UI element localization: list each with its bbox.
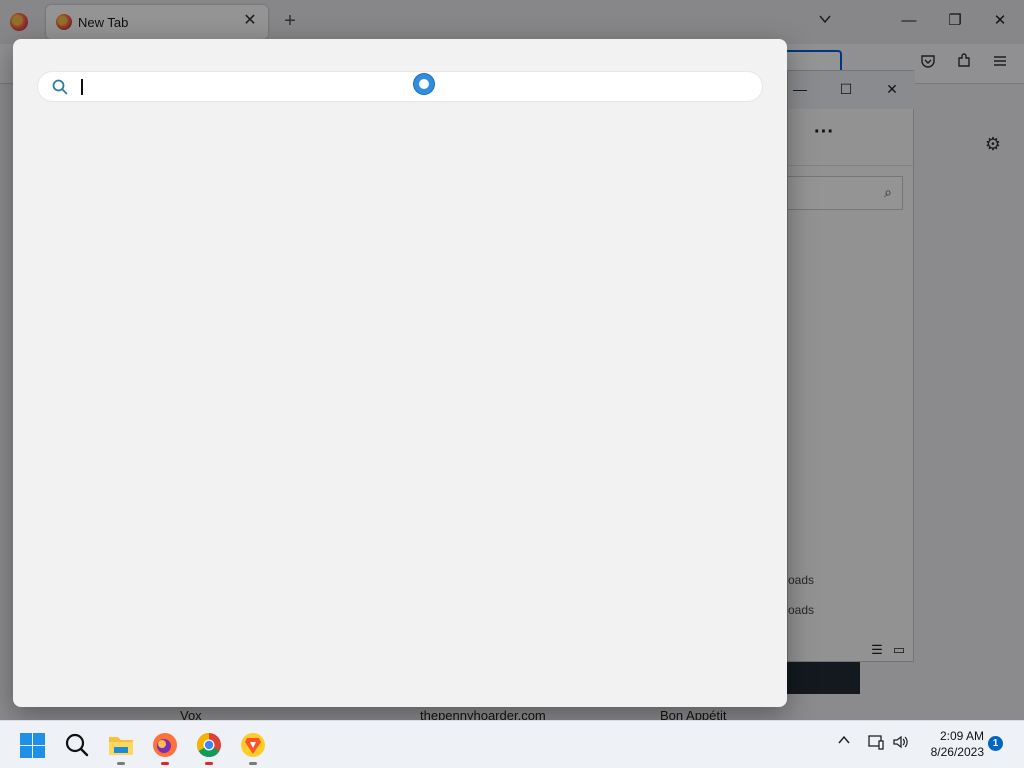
chevron-up-icon	[838, 735, 850, 744]
folder-icon	[109, 737, 133, 755]
search-icon	[52, 79, 68, 95]
show-hidden-icons-button[interactable]	[836, 733, 852, 753]
search-box[interactable]	[37, 71, 763, 102]
brave-icon	[241, 733, 265, 757]
text-caret	[81, 79, 83, 95]
chrome-app[interactable]	[193, 729, 225, 765]
running-indicator	[117, 762, 125, 765]
firefox-icon	[153, 733, 177, 757]
firefox-app[interactable]	[149, 729, 181, 765]
brave-app[interactable]	[237, 729, 269, 765]
search-icon	[65, 733, 89, 757]
clock-time[interactable]: 2:09 AM	[920, 729, 984, 743]
taskbar-search-button[interactable]	[61, 729, 93, 761]
running-indicator	[205, 762, 213, 765]
running-indicator	[161, 762, 169, 765]
windows-logo-icon	[20, 733, 32, 745]
running-indicator	[249, 762, 257, 765]
start-button[interactable]	[16, 729, 48, 761]
notification-badge[interactable]: 1	[988, 736, 1003, 751]
volume-icon[interactable]	[890, 733, 910, 753]
search-panel	[13, 39, 787, 707]
mouse-cursor	[414, 74, 434, 94]
chrome-icon	[196, 733, 221, 758]
network-icon[interactable]	[866, 733, 886, 753]
clock-date[interactable]: 8/26/2023	[920, 745, 984, 759]
file-explorer-app[interactable]	[105, 729, 137, 765]
